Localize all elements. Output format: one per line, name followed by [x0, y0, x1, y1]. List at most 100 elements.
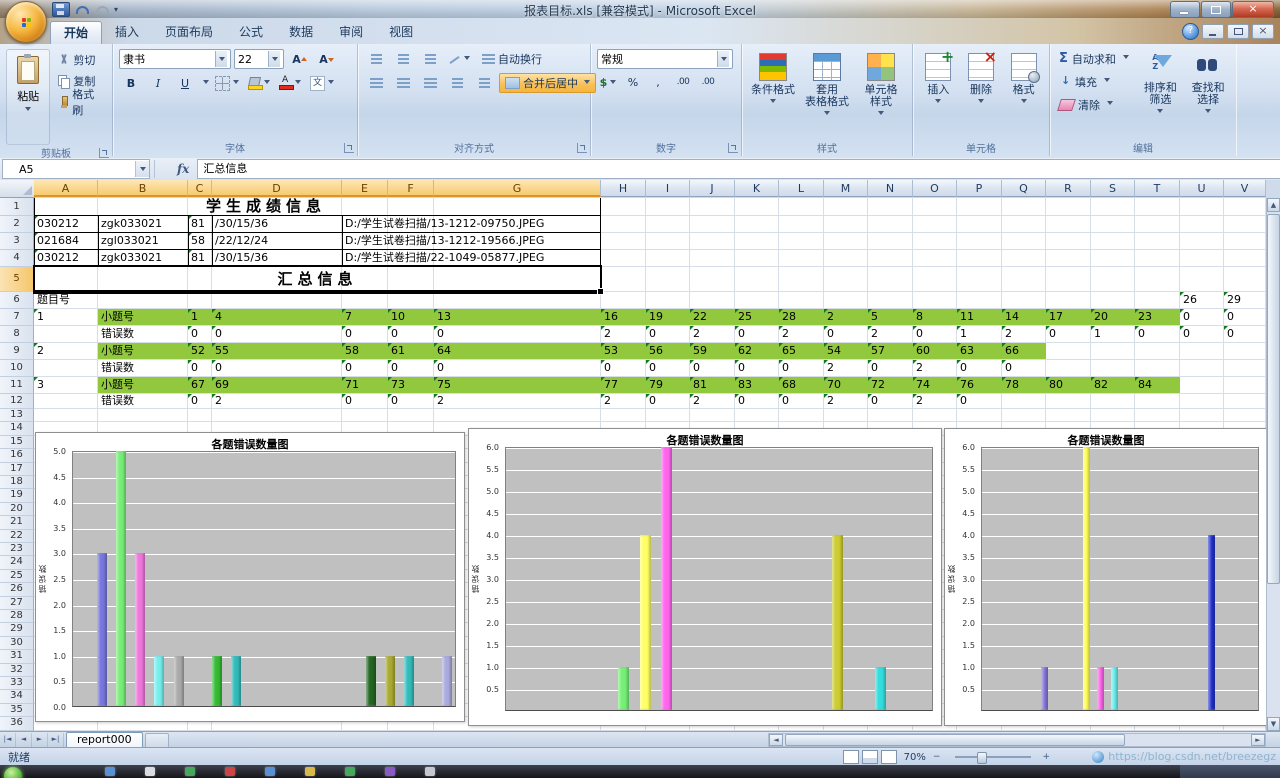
row-header-14[interactable]: 14: [0, 422, 34, 436]
next-sheet-icon[interactable]: ►: [32, 733, 48, 747]
italic-button[interactable]: I: [146, 73, 170, 93]
row-header-17[interactable]: 17: [0, 462, 34, 476]
row-header-15[interactable]: 15: [0, 435, 34, 450]
horizontal-scrollbar[interactable]: ◄ ►: [768, 733, 1266, 747]
cell-B8[interactable]: 错误数: [98, 326, 188, 342]
shrink-font-button[interactable]: A: [314, 49, 338, 69]
cell-U8[interactable]: 0: [1180, 326, 1224, 342]
cell-Q8[interactable]: 2: [1002, 326, 1046, 342]
column-header-R[interactable]: R: [1046, 180, 1091, 197]
align-left-button[interactable]: [364, 73, 388, 93]
cell-R11[interactable]: 80: [1046, 377, 1091, 393]
cell-Q9[interactable]: 66: [1002, 343, 1046, 359]
redo-icon[interactable]: [94, 3, 110, 16]
align-middle-button[interactable]: [391, 49, 415, 69]
cell-E7[interactable]: 7: [342, 309, 388, 325]
row-header-35[interactable]: 35: [0, 703, 34, 718]
cell-J12[interactable]: 2: [690, 394, 735, 408]
cell-V7[interactable]: 0: [1224, 309, 1266, 325]
cell-I8[interactable]: 0: [646, 326, 690, 342]
taskbar-item[interactable]: [305, 767, 315, 776]
row-header-30[interactable]: 30: [0, 636, 34, 651]
cell-B4[interactable]: zgk033021: [98, 250, 188, 266]
cell-B10[interactable]: 错误数: [98, 360, 188, 376]
workbook-close-button[interactable]: [1252, 24, 1274, 39]
cell-I7[interactable]: 19: [646, 309, 690, 325]
page-break-view-icon[interactable]: [880, 750, 897, 764]
office-button[interactable]: [5, 1, 47, 43]
vertical-scroll-thumb[interactable]: [1267, 214, 1280, 584]
column-header-N[interactable]: N: [868, 180, 913, 197]
cell-D8[interactable]: 0: [212, 326, 342, 342]
column-header-Q[interactable]: Q: [1002, 180, 1046, 197]
cell-C2[interactable]: 81: [188, 216, 212, 232]
bold-button[interactable]: B: [119, 73, 143, 93]
first-sheet-icon[interactable]: |◄: [0, 733, 16, 747]
row-header-24[interactable]: 24: [0, 556, 34, 570]
column-header-F[interactable]: F: [388, 180, 434, 197]
row-header-28[interactable]: 28: [0, 610, 34, 624]
taskbar-item[interactable]: [425, 767, 435, 776]
workbook-restore-button[interactable]: [1227, 24, 1249, 39]
column-header-S[interactable]: S: [1091, 180, 1135, 197]
row-header-23[interactable]: 23: [0, 543, 34, 557]
taskbar-item[interactable]: [185, 767, 195, 776]
cell-P12[interactable]: 0: [957, 394, 1002, 408]
zoom-level[interactable]: 70%: [904, 752, 926, 763]
cell-K11[interactable]: 83: [735, 377, 779, 393]
phonetic-guide-button[interactable]: 文: [307, 73, 337, 93]
fill-color-button[interactable]: [245, 73, 273, 93]
cell-M7[interactable]: 2: [824, 309, 868, 325]
row-header-3[interactable]: 3: [0, 233, 34, 250]
column-header-O[interactable]: O: [913, 180, 957, 197]
cell-G11[interactable]: 75: [434, 377, 601, 393]
row-header-11[interactable]: 11: [0, 377, 34, 394]
page-layout-view-icon[interactable]: [861, 750, 878, 764]
cell-F7[interactable]: 10: [388, 309, 434, 325]
column-header-B[interactable]: B: [98, 180, 188, 197]
cell-K12[interactable]: 0: [735, 394, 779, 408]
cell-V6[interactable]: 29: [1224, 292, 1266, 308]
cell-C4[interactable]: 81: [188, 250, 212, 266]
cell-K9[interactable]: 62: [735, 343, 779, 359]
row-header-19[interactable]: 19: [0, 489, 34, 503]
cell-B2[interactable]: zgk033021: [98, 216, 188, 232]
column-header-U[interactable]: U: [1180, 180, 1224, 197]
cell-U6[interactable]: 26: [1180, 292, 1224, 308]
cell-L9[interactable]: 65: [779, 343, 824, 359]
chart-2[interactable]: 各题错误数量图 6.0 5.5 5.0 4.5 4.0 3.5 3.0 2.5 2.0 1.5 1.0…: [468, 428, 942, 726]
underline-dropdown-icon[interactable]: [203, 79, 209, 87]
cell-F12[interactable]: 0: [388, 394, 434, 408]
cell-B3[interactable]: zgl033021: [98, 233, 188, 249]
select-all-corner[interactable]: [0, 180, 35, 198]
cell-E2[interactable]: D:/学生试卷扫描/13-1212-09750.JPEG: [342, 216, 601, 232]
row-header-22[interactable]: 22: [0, 529, 34, 543]
cell-M12[interactable]: 2: [824, 394, 868, 408]
zoom-in-icon[interactable]: +: [1042, 752, 1050, 762]
cell-T11[interactable]: 84: [1135, 377, 1180, 393]
cell-S8[interactable]: 1: [1091, 326, 1135, 342]
scroll-down-icon[interactable]: ▼: [1267, 717, 1280, 731]
cell-L10[interactable]: 0: [779, 360, 824, 376]
cell-O7[interactable]: 8: [913, 309, 957, 325]
cell-K8[interactable]: 0: [735, 326, 779, 342]
column-header-A[interactable]: A: [34, 180, 98, 197]
align-bottom-button[interactable]: [418, 49, 442, 69]
taskbar-item[interactable]: [265, 767, 275, 776]
cell-J7[interactable]: 22: [690, 309, 735, 325]
paste-button[interactable]: 粘贴: [6, 49, 51, 145]
comma-style-button[interactable]: ,: [647, 73, 669, 93]
dialog-launcher-icon[interactable]: [99, 148, 109, 158]
row-header-36[interactable]: 36: [0, 717, 34, 731]
align-right-button[interactable]: [418, 73, 442, 93]
cell-G12[interactable]: 2: [434, 394, 601, 408]
cell-J10[interactable]: 0: [690, 360, 735, 376]
cell-A7[interactable]: 1: [34, 309, 98, 325]
selection-fill-handle[interactable]: [597, 288, 604, 295]
taskbar-item[interactable]: [145, 767, 155, 776]
decrease-decimal-button[interactable]: .00: [697, 73, 719, 93]
cell-N8[interactable]: 2: [868, 326, 913, 342]
customize-qat-icon[interactable]: ▾: [114, 3, 118, 16]
column-header-H[interactable]: H: [601, 180, 646, 197]
column-header-J[interactable]: J: [690, 180, 735, 197]
